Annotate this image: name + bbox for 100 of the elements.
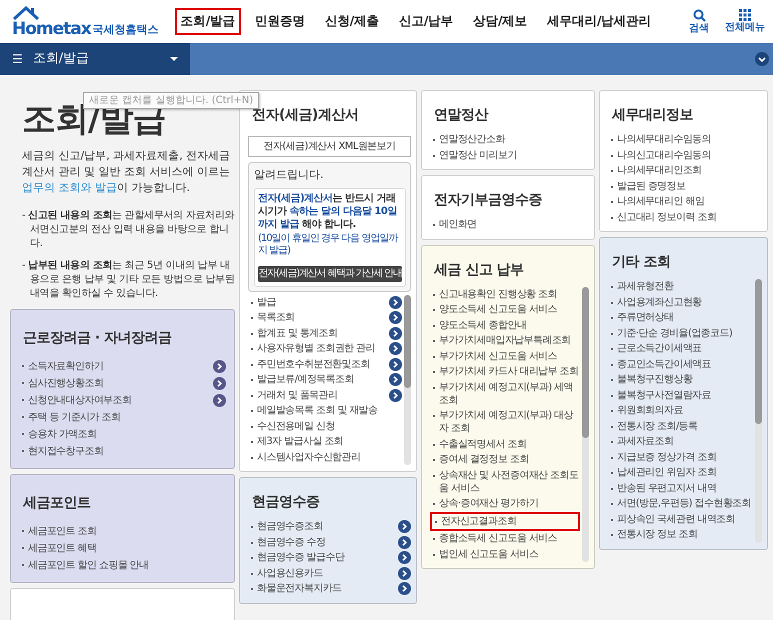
menu-link[interactable]: 신청안내대상자여부조회 (19, 392, 212, 410)
intro-paragraph: 세금의 신고/납부, 과세자료제출, 전자세금계산서 관리 및 일반 조회 서비스에 이르는 업무의 조회와 발급이 가능합니다. (22, 148, 232, 196)
menu-link[interactable]: 주류면허상태 (608, 310, 753, 326)
menu-link[interactable]: 피상속인 국세관련 내역조회 (608, 512, 753, 527)
menu-link[interactable]: 승용차 가액조회 (19, 426, 226, 444)
menu-link[interactable]: 기준·단순 경비율(업종코드) (608, 326, 753, 341)
xml-view-button[interactable]: 전자(세금)계산서 XML원본보기 (248, 136, 411, 157)
menu-link[interactable]: 과세유형전환 (608, 279, 753, 294)
logo-text: Hometax (12, 21, 91, 38)
card-title: 전자기부금영수증 (434, 191, 543, 210)
menu-link[interactable]: 심사진행상황조회 (19, 375, 212, 392)
card-title: 기타 조회 (612, 253, 672, 272)
menu-link[interactable]: 신고내용확인 진행상황 조회 (430, 286, 580, 302)
menu-link[interactable]: 발급된 증명정보 (608, 178, 762, 194)
note-text: - 신고된 내용의 조회는 관할세무서의 자료처리와 서면신고분의 전산 입력 내용을 바탕으로 합니다. (22, 209, 235, 252)
menu-link[interactable]: 나의신고대리수임동의 (608, 148, 762, 163)
menu-link[interactable]: 사용자유형별 조회권한 관리 (248, 341, 388, 356)
menu-link[interactable]: 전통시장 조회/등록 (608, 418, 753, 434)
menu-link[interactable]: 소득자료확인하기 (19, 358, 212, 376)
menu-link[interactable]: 세금포인트 혜택 (19, 540, 226, 558)
caret-icon (170, 57, 178, 61)
menu-link[interactable]: 지급보증 정상가격 조회 (608, 450, 753, 465)
menu-link[interactable]: 부가가치세 예정고지(부과) 세액조회 (430, 380, 580, 408)
menu-link[interactable]: 주택 등 기준시가 조회 (19, 409, 226, 426)
logo-subtitle: 국세청홈택스 (92, 22, 159, 38)
menu-link[interactable]: 메일발송목록 조회 및 재발송 (248, 403, 402, 418)
nav-menu-item[interactable]: 신청/제출 (318, 8, 385, 35)
scrollbar[interactable] (582, 286, 589, 562)
menu-link[interactable]: 연말정산간소화 (430, 132, 589, 148)
scrollbar[interactable] (404, 294, 411, 465)
menu-link[interactable]: 시스템사업자수신함관리 (248, 450, 402, 465)
chevron-down-icon (755, 52, 769, 66)
menu-link[interactable]: 근로소득간이세액표 (608, 341, 753, 356)
menu-link[interactable]: 상속재산 및 사전증여재산 조회도움 서비스 (430, 468, 580, 496)
notice-note: (10일이 휴일인 경우 다음 영업일까지 발급) (258, 232, 399, 256)
menu-link[interactable]: 납세관리인 위임자 조회 (608, 465, 753, 480)
menu-link[interactable]: 전통시장 정보 조회 (608, 527, 753, 542)
note-text: - 납부된 내용의 조회는 최근 5년 이내의 납부 내용으로 은행 납부 및 기타 모든 방법으로 납부된 내역을 확인하실 수 있습니다. (22, 259, 235, 302)
card-title: 세금 신고 납부 (434, 260, 525, 280)
menu-link[interactable]: 제3자 발급사실 조회 (248, 434, 402, 450)
menu-link[interactable]: 나의세무대리인 해임 (608, 194, 762, 210)
menu-link[interactable]: 부가가치세 카드사 대리납부 조회 (430, 364, 580, 380)
menu-link[interactable]: 연말정산 미리보기 (430, 148, 589, 163)
menu-link[interactable]: 나의세무대리인조회 (608, 163, 762, 178)
guide-button[interactable]: 전자(세금)계산서 혜택과 가산세 안내 (258, 266, 402, 282)
menu-link[interactable]: 위원회회의자료 (608, 403, 753, 418)
nav-menu-item[interactable]: 민원증명 (248, 8, 311, 35)
menu-link[interactable]: 메인화면 (430, 217, 589, 232)
menu-link[interactable]: 반송된 우편고지서 내역 (608, 480, 753, 496)
scrollbar[interactable] (755, 279, 762, 542)
menu-link[interactable]: 주민번호수취분전환및조회 (248, 356, 388, 372)
nav-menu-item[interactable]: 신고/납부 (392, 8, 459, 35)
menu-link[interactable]: 사업용신용카드 (248, 566, 397, 581)
all-menu-button[interactable]: 전체메뉴 (725, 8, 765, 34)
search-button[interactable]: 검색 (689, 8, 709, 34)
menu-link[interactable]: 부가가치세매입자납부특례조회 (430, 333, 580, 348)
nav-menu-item[interactable]: 세무대리/납세관리 (541, 8, 658, 35)
menu-link[interactable]: 불복청구진행상황 (608, 372, 753, 388)
house-icon (12, 5, 40, 21)
menu-link[interactable]: 수출실적명세서 조회 (430, 436, 580, 452)
menu-link[interactable]: 세금포인트 할인 쇼핑몰 안내 (19, 557, 226, 574)
menu-link[interactable]: 사업용계좌신고현황 (608, 294, 753, 310)
card-title: 세금포인트 (23, 494, 92, 514)
menu-link[interactable]: 과세자료조회 (608, 434, 753, 450)
menu-link[interactable]: 상속·증여재산 평가하기 (430, 496, 580, 512)
menu-link[interactable]: 양도소득세 신고도움 서비스 (430, 302, 580, 318)
tooltip: 새로운 캡처를 실행합니다. (Ctrl+N) (83, 92, 260, 109)
menu-link[interactable]: 나의세무대리수임동의 (608, 132, 762, 148)
menu-link[interactable]: 법인세 신고도움 서비스 (430, 546, 580, 562)
card-title: 세무대리정보 (612, 106, 694, 125)
menu-link[interactable]: 종교인소득간이세액표 (608, 356, 753, 372)
menu-dropdown[interactable]: ☰ 조회/발급 (0, 43, 190, 75)
menu-link[interactable]: 현지접수창구조회 (19, 443, 226, 460)
nav-menu-item[interactable]: 상담/제보 (466, 8, 534, 35)
menu-link[interactable]: 목록조회 (248, 310, 388, 326)
menu-link[interactable]: 불복청구사전열람자료 (608, 388, 753, 403)
menu-link[interactable]: 세금포인트 조회 (19, 523, 226, 540)
menu-link[interactable]: 서면(방문,우편등) 접수현황조회 (608, 496, 753, 512)
menu-link[interactable]: 거래처 및 품목관리 (248, 388, 388, 403)
menu-link[interactable]: 현금영수증조회 (248, 519, 397, 534)
menu-link[interactable]: 발급보류/예정목록조회 (248, 372, 388, 388)
menu-link[interactable]: 양도소득세 종합안내 (430, 318, 580, 333)
menu-link[interactable]: 현금영수증 발급수단 (248, 550, 397, 566)
card-title: 현금영수증 (252, 493, 320, 512)
menu-link[interactable]: 전자신고결과조회 (430, 512, 580, 531)
card-title: 연말정산 (434, 106, 490, 125)
menu-link[interactable]: 화물운전자복지카드 (248, 581, 397, 596)
nav-menu-item[interactable]: 조회/발급 (174, 8, 241, 35)
menu-link[interactable]: 부가가치세 예정고지(부과) 대상자 조회 (430, 408, 580, 436)
menu-link[interactable]: 수신전용메일 신청 (248, 418, 402, 434)
menu-link[interactable]: 증여세 결정정보 조회 (430, 452, 580, 468)
search-icon (692, 8, 706, 22)
notice-title: 알려드립니다. (254, 167, 324, 183)
card-title: 근로장려금 · 자녀장려금 (23, 329, 173, 348)
menu-link[interactable]: 부가가치세 신고도움 서비스 (430, 348, 580, 364)
menu-link[interactable]: 발급 (248, 294, 388, 310)
menu-link[interactable]: 합계표 및 통계조회 (248, 326, 388, 341)
menu-link[interactable]: 신고대리 정보이력 조회 (608, 210, 762, 225)
menu-link[interactable]: 현금영수증 수정 (248, 534, 397, 550)
menu-link[interactable]: 종합소득세 신고도움 서비스 (430, 531, 580, 546)
